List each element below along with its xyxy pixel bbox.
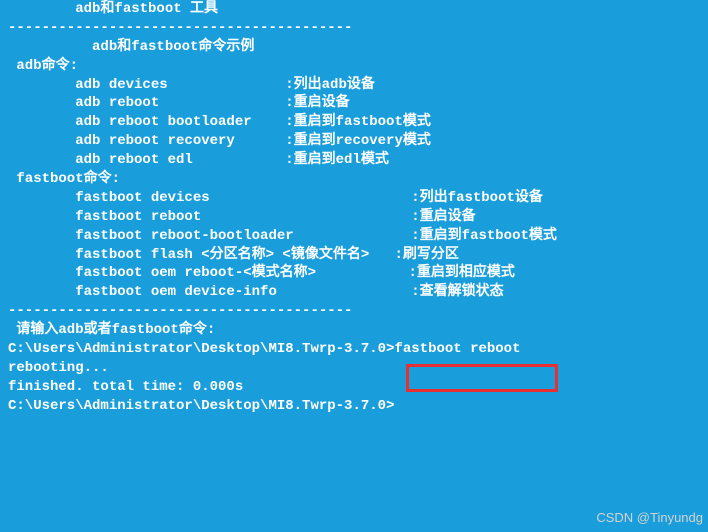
terminal-line: ----------------------------------------… (8, 19, 700, 38)
terminal-line: fastboot devices :列出fastboot设备 (8, 189, 700, 208)
terminal-line: 请输入adb或者fastboot命令: (8, 321, 700, 340)
terminal-line: adb reboot bootloader :重启到fastboot模式 (8, 113, 700, 132)
terminal-line: adb命令: (8, 57, 700, 76)
terminal-line: adb devices :列出adb设备 (8, 76, 700, 95)
terminal-line: rebooting... (8, 359, 700, 378)
terminal-line: adb reboot :重启设备 (8, 94, 700, 113)
terminal-prompt[interactable]: C:\Users\Administrator\Desktop\MI8.Twrp-… (8, 397, 700, 416)
terminal-line: fastboot oem reboot-<模式名称> :重启到相应模式 (8, 264, 700, 283)
watermark-text: CSDN @Tinyundg (596, 509, 703, 527)
terminal-line: fastboot命令: (8, 170, 700, 189)
terminal-line: fastboot oem device-info :查看解锁状态 (8, 283, 700, 302)
terminal-line: finished. total time: 0.000s (8, 378, 700, 397)
terminal-line: ----------------------------------------… (8, 302, 700, 321)
terminal-line: fastboot reboot :重启设备 (8, 208, 700, 227)
terminal-line: adb reboot edl :重启到edl模式 (8, 151, 700, 170)
terminal-line: adb和fastboot 工具 (8, 0, 700, 19)
terminal-line: adb reboot recovery :重启到recovery模式 (8, 132, 700, 151)
terminal-line: fastboot reboot-bootloader :重启到fastboot模… (8, 227, 700, 246)
terminal-line: adb和fastboot命令示例 (8, 38, 700, 57)
terminal-line: C:\Users\Administrator\Desktop\MI8.Twrp-… (8, 340, 700, 359)
terminal-line: fastboot flash <分区名称> <镜像文件名> :刷写分区 (8, 246, 700, 265)
